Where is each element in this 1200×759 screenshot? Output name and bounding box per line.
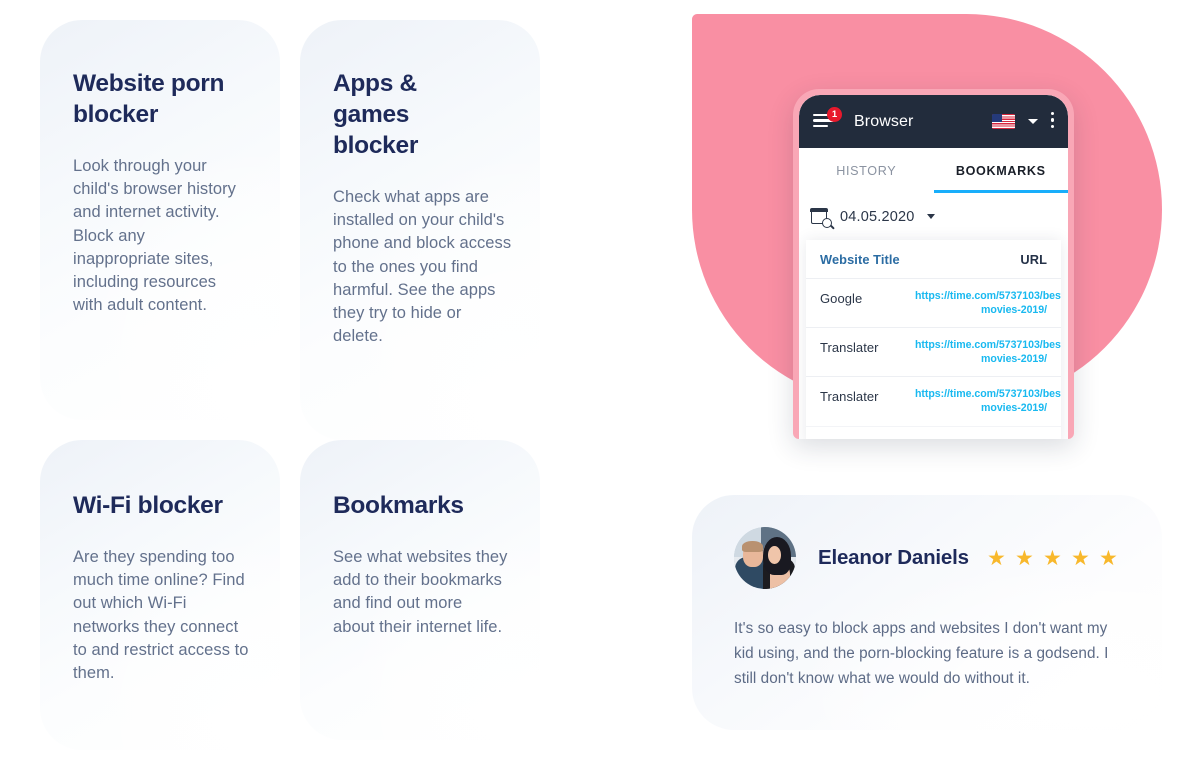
cell-website-title: Translater [820, 389, 879, 405]
column-header-url: URL [1020, 252, 1047, 267]
phone-tabs: HISTORY BOOKMARKS [799, 148, 1068, 193]
phone-screen: 1 Browser HISTORY BOOKMARKS 04.05.2020 W… [799, 95, 1068, 439]
feature-card-description: See what websites they add to their book… [333, 548, 508, 636]
chevron-down-icon[interactable] [1028, 118, 1038, 124]
calendar-search-icon [810, 207, 832, 228]
star-icon: ★ [987, 546, 1006, 570]
feature-card-description: Look through your child's browser histor… [73, 157, 236, 315]
table-row[interactable]: Google https://time.com/5737103/best-mov… [806, 279, 1061, 329]
notification-badge: 1 [827, 106, 842, 122]
testimonial-text: It's so easy to block apps and websites … [734, 620, 1109, 687]
reviewer-name: Eleanor Daniels [818, 546, 969, 569]
tab-bookmarks[interactable]: BOOKMARKS [933, 148, 1069, 193]
phone-mockup: 1 Browser HISTORY BOOKMARKS 04.05.2020 W… [793, 89, 1074, 439]
avatar [734, 527, 796, 589]
feature-card-title: Website porn blocker [73, 70, 225, 128]
feature-card-description: Check what apps are installed on your ch… [333, 188, 512, 346]
feature-card-wifi-blocker: Wi-Fi blocker Are they spending too much… [40, 440, 280, 750]
tab-history[interactable]: HISTORY [799, 148, 934, 193]
app-bar-actions [992, 111, 1055, 132]
star-icon: ★ [1015, 546, 1034, 570]
feature-card-title: Bookmarks [333, 492, 464, 519]
testimonial-card: Eleanor Daniels ★ ★ ★ ★ ★ It's so easy t… [692, 495, 1162, 730]
kebab-menu-icon[interactable] [1051, 111, 1055, 132]
bookmarks-table: Website Title URL Google https://time.co… [806, 240, 1061, 439]
chevron-down-icon[interactable] [926, 214, 935, 219]
feature-card-website-porn-blocker: Website porn blocker Look through your c… [40, 20, 280, 420]
phone-app-bar: 1 Browser [799, 95, 1068, 148]
star-rating: ★ ★ ★ ★ ★ [987, 548, 1120, 569]
us-flag-icon[interactable] [992, 113, 1015, 129]
date-filter-row[interactable]: 04.05.2020 [799, 193, 1068, 240]
date-filter-value: 04.05.2020 [840, 208, 915, 225]
testimonial-header: Eleanor Daniels ★ ★ ★ ★ ★ [692, 495, 1162, 589]
feature-card-apps-games-blocker: Apps & games blocker Check what apps are… [300, 20, 540, 440]
feature-card-bookmarks: Bookmarks See what websites they add to … [300, 440, 540, 740]
cell-website-title: Translater [820, 340, 879, 356]
star-icon: ★ [1043, 546, 1062, 570]
hamburger-menu-icon[interactable]: 1 [813, 106, 842, 130]
cell-website-title: Google [820, 291, 863, 306]
star-icon: ★ [1099, 546, 1118, 570]
feature-card-title: Apps & games blocker [333, 70, 419, 159]
column-header-website-title: Website Title [820, 252, 900, 267]
star-icon: ★ [1071, 546, 1090, 570]
cell-url[interactable]: https://time.com/5737103/best-movies-201… [915, 438, 1061, 439]
app-title: Browser [854, 112, 914, 130]
cell-website-title: Block party [820, 438, 885, 440]
cell-url[interactable]: https://time.com/5737103/best-movies-201… [915, 339, 1061, 366]
table-header-row: Website Title URL [806, 240, 1061, 279]
page-root: Website porn blocker Look through your c… [0, 0, 1200, 759]
table-row[interactable]: Block party https://time.com/5737103/bes… [806, 427, 1061, 439]
feature-card-title: Wi-Fi blocker [73, 492, 223, 519]
cell-url[interactable]: https://time.com/5737103/best-movies-201… [915, 290, 1061, 317]
table-row[interactable]: Translater https://time.com/5737103/best… [806, 328, 1061, 378]
feature-card-description: Are they spending too much time online? … [73, 548, 249, 683]
table-row[interactable]: Translater https://time.com/5737103/best… [806, 377, 1061, 427]
cell-url[interactable]: https://time.com/5737103/best-movies-201… [915, 388, 1061, 415]
